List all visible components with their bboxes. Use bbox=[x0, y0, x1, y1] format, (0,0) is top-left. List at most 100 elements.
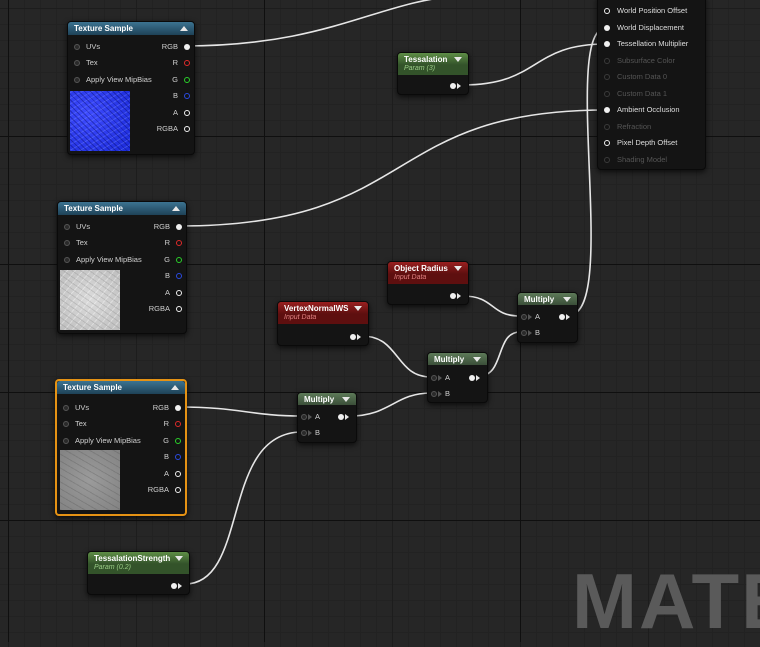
collapse-arrow-icon[interactable] bbox=[454, 57, 462, 62]
b-output-pin[interactable]: B bbox=[130, 90, 190, 102]
a-output-pin[interactable]: A bbox=[122, 287, 182, 299]
pin-label: Shading Model bbox=[617, 155, 668, 164]
material-output-node[interactable]: World Position Offset World Displacement… bbox=[597, 0, 706, 170]
collapse-arrow-icon[interactable] bbox=[354, 306, 362, 311]
a-output-pin[interactable]: A bbox=[121, 468, 181, 480]
wire-tex3-rgb-to-multiply3 bbox=[178, 406, 303, 417]
uvs-input-pin[interactable]: UVs bbox=[62, 221, 90, 233]
pin-label: Custom Data 0 bbox=[617, 72, 668, 81]
pin-icon bbox=[63, 405, 69, 411]
result-output-pin[interactable] bbox=[336, 411, 354, 423]
node-title: TessalationStrength bbox=[94, 554, 171, 563]
ambient-occlusion-pin[interactable]: Ambient Occlusion bbox=[604, 103, 680, 117]
multiply-node-3[interactable]: Multiply A B bbox=[297, 392, 357, 443]
tessalation-strength-param-node[interactable]: TessalationStrength Param (0.2) bbox=[87, 551, 190, 595]
tex-input-pin[interactable]: Tex bbox=[72, 57, 98, 69]
value-output-pin[interactable] bbox=[446, 290, 466, 302]
node-title: Multiply bbox=[434, 355, 465, 364]
collapse-arrow-icon[interactable] bbox=[473, 357, 481, 362]
pin-label: World Position Offset bbox=[617, 6, 688, 15]
wire-object-radius-to-multiply1 bbox=[462, 295, 521, 317]
node-subtitle: Input Data bbox=[278, 314, 368, 324]
pin-icon bbox=[604, 124, 610, 130]
node-title: Multiply bbox=[304, 395, 335, 404]
node-title: Texture Sample bbox=[64, 204, 123, 213]
b-input-pin[interactable]: B bbox=[431, 388, 461, 400]
node-title: VertexNormalWS bbox=[284, 304, 349, 313]
pin-icon bbox=[338, 414, 344, 420]
pin-icon bbox=[64, 240, 70, 246]
a-output-pin[interactable]: A bbox=[130, 107, 190, 119]
value-output-pin[interactable] bbox=[167, 580, 187, 592]
rgba-output-pin[interactable]: RGBA bbox=[122, 303, 182, 315]
value-output-pin[interactable] bbox=[346, 331, 366, 343]
pin-label: Ambient Occlusion bbox=[617, 105, 680, 114]
collapse-arrow-icon[interactable] bbox=[563, 297, 571, 302]
multiply-node-2[interactable]: Multiply A B bbox=[427, 352, 488, 403]
output-arrow-icon bbox=[357, 334, 361, 340]
pin-icon bbox=[176, 224, 182, 230]
pin-icon bbox=[604, 8, 610, 14]
object-radius-node[interactable]: Object Radius Input Data bbox=[387, 261, 469, 305]
uvs-input-pin[interactable]: UVs bbox=[72, 41, 100, 53]
tex-input-pin[interactable]: Tex bbox=[61, 418, 87, 430]
pin-icon bbox=[184, 44, 190, 50]
node-subtitle: Param (0.2) bbox=[88, 564, 189, 574]
multiply-node-1[interactable]: Multiply A B bbox=[517, 292, 578, 343]
custom-data-1-pin: Custom Data 1 bbox=[604, 87, 667, 101]
tessalation-param-node[interactable]: Tessalation Param (3) bbox=[397, 52, 469, 95]
output-arrow-icon bbox=[457, 293, 461, 299]
tex-input-pin[interactable]: Tex bbox=[62, 237, 88, 249]
pin-label: Custom Data 1 bbox=[617, 89, 668, 98]
pixel-depth-offset-pin[interactable]: Pixel Depth Offset bbox=[604, 136, 677, 150]
output-arrow-icon bbox=[457, 83, 461, 89]
tessellation-multiplier-pin[interactable]: Tessellation Multiplier bbox=[604, 37, 688, 51]
collapse-arrow-icon[interactable] bbox=[175, 556, 183, 561]
collapse-arrow-icon[interactable] bbox=[172, 206, 180, 211]
texture-sample-node-1[interactable]: Texture Sample UVs Tex Apply View MipBia… bbox=[67, 21, 195, 155]
node-header: VertexNormalWS bbox=[278, 302, 368, 314]
world-position-offset-pin[interactable]: World Position Offset bbox=[604, 4, 687, 18]
b-input-pin[interactable]: B bbox=[521, 327, 551, 339]
collapse-arrow-icon[interactable] bbox=[171, 385, 179, 390]
g-output-pin[interactable]: G bbox=[121, 435, 181, 447]
a-input-pin[interactable]: A bbox=[521, 311, 551, 323]
node-title: Texture Sample bbox=[74, 24, 133, 33]
rgb-output-pin[interactable]: RGB bbox=[130, 41, 190, 53]
rgb-output-pin[interactable]: RGB bbox=[122, 221, 182, 233]
pin-label: World Displacement bbox=[617, 23, 684, 32]
result-output-pin[interactable] bbox=[467, 372, 485, 384]
vertex-normal-ws-node[interactable]: VertexNormalWS Input Data bbox=[277, 301, 369, 346]
rgba-output-pin[interactable]: RGBA bbox=[130, 123, 190, 135]
world-displacement-pin[interactable]: World Displacement bbox=[604, 21, 684, 35]
rgba-output-pin[interactable]: RGBA bbox=[121, 484, 181, 496]
collapse-arrow-icon[interactable] bbox=[454, 266, 462, 271]
texture-sample-node-2[interactable]: Texture Sample UVs Tex Apply View MipBia… bbox=[57, 201, 187, 334]
node-header: Texture Sample bbox=[57, 381, 185, 394]
g-output-pin[interactable]: G bbox=[130, 74, 190, 86]
b-output-pin[interactable]: B bbox=[122, 270, 182, 282]
r-output-pin[interactable]: R bbox=[122, 237, 182, 249]
wire-vertex-normal-to-multiply2 bbox=[361, 335, 432, 378]
g-output-pin[interactable]: G bbox=[122, 254, 182, 266]
node-header: Multiply bbox=[518, 293, 577, 305]
pin-icon bbox=[175, 471, 181, 477]
result-output-pin[interactable] bbox=[557, 311, 575, 323]
pin-icon bbox=[604, 41, 610, 47]
r-output-pin[interactable]: R bbox=[130, 57, 190, 69]
collapse-arrow-icon[interactable] bbox=[180, 26, 188, 31]
pin-icon bbox=[176, 240, 182, 246]
b-input-pin[interactable]: B bbox=[301, 427, 331, 439]
a-input-pin[interactable]: A bbox=[301, 411, 331, 423]
value-output-pin[interactable] bbox=[446, 80, 466, 92]
texture-sample-node-3[interactable]: Texture Sample UVs Tex Apply View MipBia… bbox=[55, 379, 187, 516]
b-output-pin[interactable]: B bbox=[121, 451, 181, 463]
rgb-output-pin[interactable]: RGB bbox=[121, 402, 181, 414]
collapse-arrow-icon[interactable] bbox=[342, 397, 350, 402]
pin-icon bbox=[559, 314, 565, 320]
r-output-pin[interactable]: R bbox=[121, 418, 181, 430]
a-input-pin[interactable]: A bbox=[431, 372, 461, 384]
node-title: Texture Sample bbox=[63, 383, 122, 392]
uvs-input-pin[interactable]: UVs bbox=[61, 402, 89, 414]
pin-icon bbox=[74, 44, 80, 50]
